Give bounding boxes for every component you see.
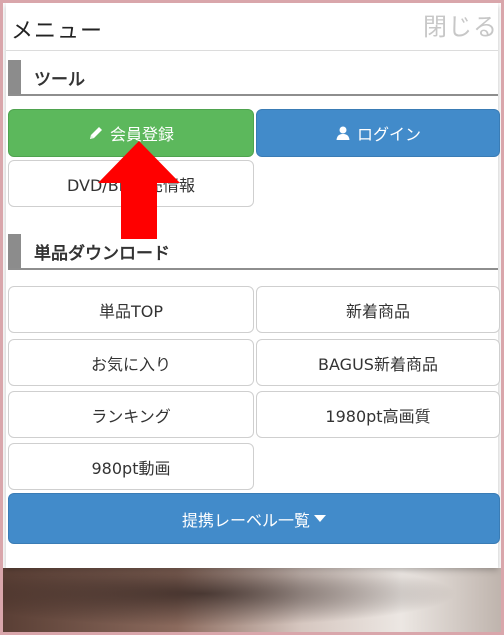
section-title-downloads: 単品ダウンロード (34, 244, 170, 264)
menu-panel: メニュー 閉じる ツール 会員登録 ログイン DVD/BD発売情報 単品ダウンロ… (6, 3, 500, 568)
screen-frame: メニュー 閉じる ツール 会員登録 ログイン DVD/BD発売情報 単品ダウンロ… (3, 3, 501, 632)
bagus-new-label: BAGUS新着商品 (318, 354, 438, 374)
divider (6, 50, 498, 51)
favorites-label: お気に入り (90, 354, 171, 374)
register-button[interactable]: 会員登録 (8, 109, 254, 157)
hq-1980pt-label: 1980pt高画質 (325, 406, 431, 426)
video-980pt-label: 980pt動画 (91, 458, 171, 478)
bagus-new-button[interactable]: BAGUS新着商品 (256, 339, 500, 386)
partner-labels-label: 提携レーベル一覧 (181, 510, 310, 530)
ranking-button[interactable]: ランキング (8, 391, 254, 438)
section-header-downloads: 単品ダウンロード (8, 234, 498, 270)
partner-labels-button[interactable]: 提携レーベル一覧 (8, 493, 500, 544)
register-label: 会員登録 (109, 125, 174, 144)
caret-down-icon (314, 514, 326, 523)
close-button[interactable]: 閉じる (423, 7, 498, 42)
section-header-tools: ツール (8, 60, 498, 96)
section-title-tools: ツール (34, 70, 85, 90)
new-items-label: 新着商品 (345, 301, 410, 321)
video-980pt-button[interactable]: 980pt動画 (8, 443, 254, 490)
pencil-icon (88, 125, 104, 141)
hq-1980pt-button[interactable]: 1980pt高画質 (256, 391, 500, 438)
ranking-label: ランキング (91, 406, 171, 426)
new-items-button[interactable]: 新着商品 (256, 286, 500, 333)
login-label: ログイン (356, 125, 421, 144)
section-marker (8, 234, 21, 268)
user-icon (335, 125, 351, 141)
section-marker (8, 60, 21, 94)
menu-title: メニュー (11, 19, 104, 44)
single-top-button[interactable]: 単品TOP (8, 286, 254, 333)
login-button[interactable]: ログイン (256, 109, 500, 157)
dvd-release-label: DVD/BD発売情報 (67, 175, 195, 195)
single-top-label: 単品TOP (98, 301, 164, 321)
favorites-button[interactable]: お気に入り (8, 339, 254, 386)
dvd-release-button[interactable]: DVD/BD発売情報 (8, 160, 254, 207)
